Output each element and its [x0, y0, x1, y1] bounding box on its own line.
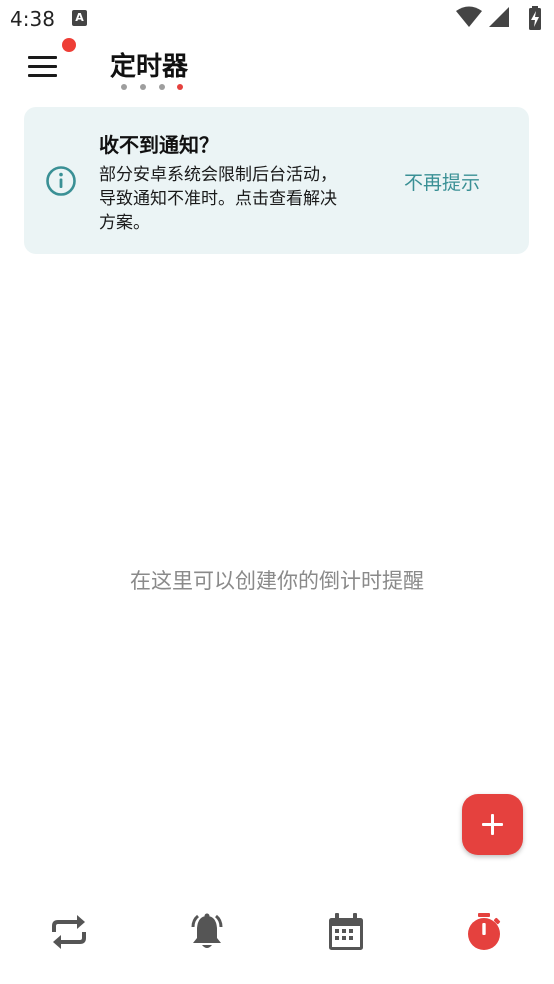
menu-line — [28, 65, 57, 68]
status-bar: 4:38 A — [0, 0, 554, 38]
status-time: 4:38 — [10, 7, 55, 31]
info-icon — [46, 166, 76, 196]
status-icons — [456, 6, 546, 30]
nav-timer[interactable] — [454, 902, 514, 962]
notice-line: 方案。 — [99, 213, 150, 233]
signal-icon — [489, 7, 509, 27]
page-dot — [121, 84, 127, 90]
menu-line — [28, 56, 57, 59]
notification-badge — [62, 38, 76, 52]
nav-repeat[interactable] — [39, 902, 99, 962]
page-dot-active — [177, 84, 183, 90]
bottom-nav — [0, 890, 554, 984]
notice-title: 收不到通知？ — [99, 133, 219, 157]
notification-icon-letter: A — [75, 11, 84, 24]
nav-calendar[interactable] — [316, 902, 376, 962]
menu-icon[interactable] — [28, 56, 58, 78]
notice-card[interactable]: 收不到通知？ 部分安卓系统会限制后台活动， 导致通知不准时。点击查看解决 方案。… — [24, 107, 529, 254]
page-dot — [159, 84, 165, 90]
alarm-bell-icon — [191, 913, 223, 948]
repeat-icon — [52, 915, 86, 949]
battery-charging-icon — [529, 6, 541, 30]
page-title: 定时器 — [110, 52, 189, 82]
notice-line: 部分安卓系统会限制后台活动， — [99, 165, 337, 185]
wifi-icon — [456, 6, 482, 27]
notice-line: 导致通知不准时。点击查看解决 — [99, 189, 337, 209]
page-dot — [140, 84, 146, 90]
nav-alarm[interactable] — [177, 902, 237, 962]
menu-line — [28, 74, 57, 77]
empty-state-text: 在这里可以创建你的倒计时提醒 — [130, 569, 424, 593]
add-timer-button[interactable] — [462, 794, 523, 855]
app-notification-icon: A — [72, 10, 87, 26]
calendar-icon — [329, 913, 363, 950]
notice-body: 部分安卓系统会限制后台活动， 导致通知不准时。点击查看解决 方案。 — [99, 163, 384, 235]
dismiss-button[interactable]: 不再提示 — [404, 168, 480, 195]
stopwatch-icon — [468, 913, 501, 950]
